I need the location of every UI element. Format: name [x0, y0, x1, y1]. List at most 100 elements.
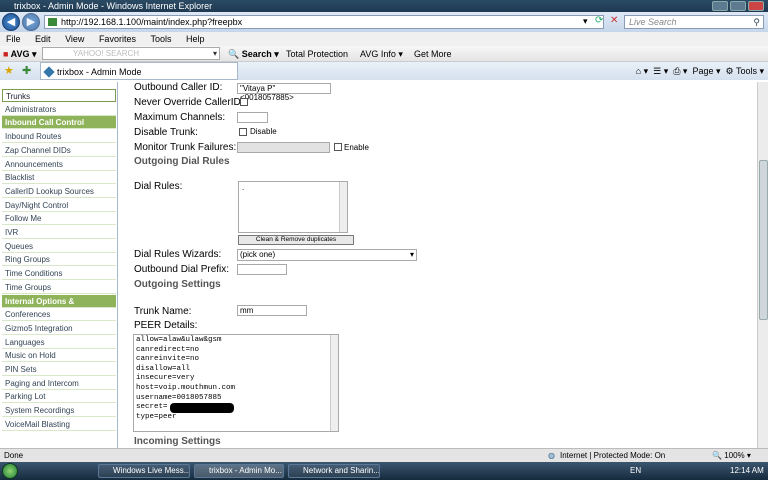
menu-bar: File Edit View Favorites Tools Help — [0, 32, 768, 46]
dial-rules-label: Dial Rules: — [134, 181, 183, 192]
avg-info-button[interactable]: AVG Info ▾ — [360, 46, 403, 62]
never-override-checkbox[interactable] — [240, 98, 248, 106]
menu-tools[interactable]: Tools — [150, 34, 171, 44]
yahoo-search-placeholder: YAHOO! SEARCH — [73, 49, 140, 58]
menu-file[interactable]: File — [6, 34, 21, 44]
sidebar-item[interactable]: Ring Groups — [2, 253, 116, 267]
sidebar-item[interactable]: System Recordings — [2, 404, 116, 418]
peer-detail-line: insecure=very — [136, 374, 195, 383]
get-more-button[interactable]: Get More — [414, 46, 452, 62]
peer-detail-line: type=peer — [136, 412, 177, 421]
sidebar-item[interactable]: Inbound Routes — [2, 130, 116, 144]
zoom-control[interactable]: 🔍 100% ▾ — [712, 449, 751, 463]
search-icon[interactable]: ⚲ — [753, 16, 760, 28]
sidebar-item[interactable]: Zap Channel DIDs — [2, 144, 116, 157]
sidebar-item[interactable]: Queues — [2, 240, 116, 253]
live-search-input[interactable]: Live Search ⚲ — [624, 15, 764, 29]
sidebar-item[interactable]: CallerID Lookup Sources — [2, 185, 116, 198]
sidebar-item[interactable]: Administrators — [2, 103, 116, 116]
dropdown-icon[interactable]: ▾ — [583, 16, 588, 27]
clock[interactable]: 12:14 AM — [730, 462, 764, 480]
dial-rules-scrollbar[interactable] — [339, 182, 347, 232]
peer-details-textarea[interactable]: allow=alaw&ulaw&gsm canredirect=no canrein… — [133, 334, 339, 432]
outbound-prefix-label: Outbound Dial Prefix: — [134, 264, 230, 275]
live-search-placeholder: Live Search — [629, 17, 677, 27]
tab-trixbox[interactable]: trixbox - Admin Mode — [40, 62, 238, 80]
start-button[interactable] — [2, 463, 18, 479]
command-bar: ⌂ ▾ ☰ ▾ ⎙ ▾ Page ▾ ⚙ Tools ▾ — [636, 62, 764, 80]
sidebar-item[interactable]: Time Groups — [2, 281, 116, 294]
home-icon[interactable]: ⌂ ▾ — [636, 66, 648, 76]
sidebar-item[interactable]: Gizmo5 Integration — [2, 322, 116, 335]
sidebar: Trunks Administrators Inbound Call Control… — [0, 82, 117, 448]
forward-button[interactable]: ▶ — [22, 13, 40, 31]
url-field[interactable]: http://192.168.1.100/maint/index.php?fre… — [44, 15, 604, 29]
internet-zone-icon: ◍ — [548, 451, 555, 460]
address-bar: ◀ ▶ http://192.168.1.100/maint/index.php… — [0, 12, 768, 32]
url-text: http://192.168.1.100/maint/index.php?fre… — [61, 17, 243, 27]
menu-help[interactable]: Help — [186, 34, 205, 44]
taskbar-button-network[interactable]: Network and Sharin... — [288, 464, 380, 478]
page-scrollbar[interactable] — [757, 82, 768, 448]
stop-icon[interactable]: ✕ — [610, 15, 618, 26]
taskbar-button-trixbox[interactable]: trixbox - Admin Mo... — [194, 464, 284, 478]
sidebar-item[interactable]: Parking Lot — [2, 390, 116, 404]
max-channels-input[interactable] — [237, 112, 268, 123]
monitor-enable-checkbox[interactable] — [334, 143, 342, 151]
monitor-input[interactable] — [237, 142, 330, 153]
trunk-name-input[interactable]: mm — [237, 305, 307, 316]
redacted-secret — [170, 403, 234, 413]
refresh-icon[interactable]: ⟳ — [595, 15, 603, 26]
sidebar-item[interactable]: Time Conditions — [2, 267, 116, 281]
sidebar-item[interactable]: Conferences — [2, 308, 116, 322]
zone-text: Internet | Protected Mode: On — [560, 451, 666, 460]
clean-duplicates-button[interactable]: Clean & Remove duplicates — [238, 235, 354, 245]
avg-search-button[interactable]: 🔍 Search ▾ — [228, 46, 279, 62]
print-icon[interactable]: ⎙ ▾ — [673, 66, 687, 76]
favorites-star-icon[interactable]: ★ — [4, 62, 14, 80]
sidebar-item[interactable]: Paging and Intercom — [2, 377, 116, 390]
close-button[interactable] — [748, 1, 764, 11]
feeds-icon[interactable]: ☰ ▾ — [653, 66, 668, 76]
tab-favicon-icon — [43, 66, 55, 78]
outbound-prefix-input[interactable] — [237, 264, 287, 275]
language-indicator[interactable]: EN — [630, 462, 641, 480]
sidebar-item[interactable]: Day/Night Control — [2, 199, 116, 212]
sidebar-item[interactable]: Music on Hold — [2, 349, 116, 363]
dial-rules-textarea[interactable]: . — [238, 181, 348, 233]
dial-rules-value: . — [242, 183, 245, 192]
disable-trunk-checkbox[interactable] — [239, 128, 247, 136]
sidebar-section-heading: Inbound Call Control — [2, 116, 116, 130]
tools-menu[interactable]: ⚙ Tools ▾ — [726, 66, 764, 76]
menu-favorites[interactable]: Favorites — [99, 34, 136, 44]
incoming-settings-heading: Incoming Settings — [134, 436, 221, 447]
window-titlebar: trixbox - Admin Mode - Windows Internet … — [0, 0, 768, 12]
sidebar-item[interactable]: VoiceMail Blasting — [2, 418, 116, 431]
sidebar-item[interactable]: Trunks — [2, 89, 116, 102]
scrollbar-thumb[interactable] — [759, 160, 768, 320]
maximize-button[interactable] — [730, 1, 746, 11]
page-menu[interactable]: Page ▾ — [692, 66, 720, 76]
sidebar-item[interactable]: Follow Me — [2, 212, 116, 226]
peer-details-scrollbar[interactable] — [330, 335, 338, 431]
sidebar-item[interactable]: PIN Sets — [2, 363, 116, 376]
menu-edit[interactable]: Edit — [35, 34, 51, 44]
max-channels-label: Maximum Channels: — [134, 112, 226, 123]
back-button[interactable]: ◀ — [2, 13, 20, 31]
status-text: Done — [4, 451, 24, 460]
yahoo-search-input[interactable]: YAHOO! SEARCH ▾ — [42, 47, 220, 60]
peer-detail-line: allow=alaw&ulaw&gsm — [136, 336, 222, 344]
wizards-select[interactable]: (pick one) ▾ — [237, 249, 417, 261]
sidebar-item[interactable]: IVR — [2, 226, 116, 239]
menu-view[interactable]: View — [65, 34, 84, 44]
avg-logo[interactable]: ■ AVG ▾ — [3, 46, 36, 62]
minimize-button[interactable] — [712, 1, 728, 11]
status-bar: Done ◍ Internet | Protected Mode: On 🔍 1… — [0, 448, 768, 462]
sidebar-item[interactable]: Announcements — [2, 158, 116, 171]
sidebar-item[interactable]: Blacklist — [2, 171, 116, 185]
taskbar-button-messenger[interactable]: Windows Live Mess... — [98, 464, 190, 478]
total-protection-button[interactable]: Total Protection — [286, 46, 348, 62]
add-favorites-icon[interactable]: ✚ — [22, 62, 31, 80]
outbound-cid-input[interactable]: "Vitaya P" <0018057885> — [237, 83, 331, 102]
sidebar-item[interactable]: Languages — [2, 336, 116, 349]
